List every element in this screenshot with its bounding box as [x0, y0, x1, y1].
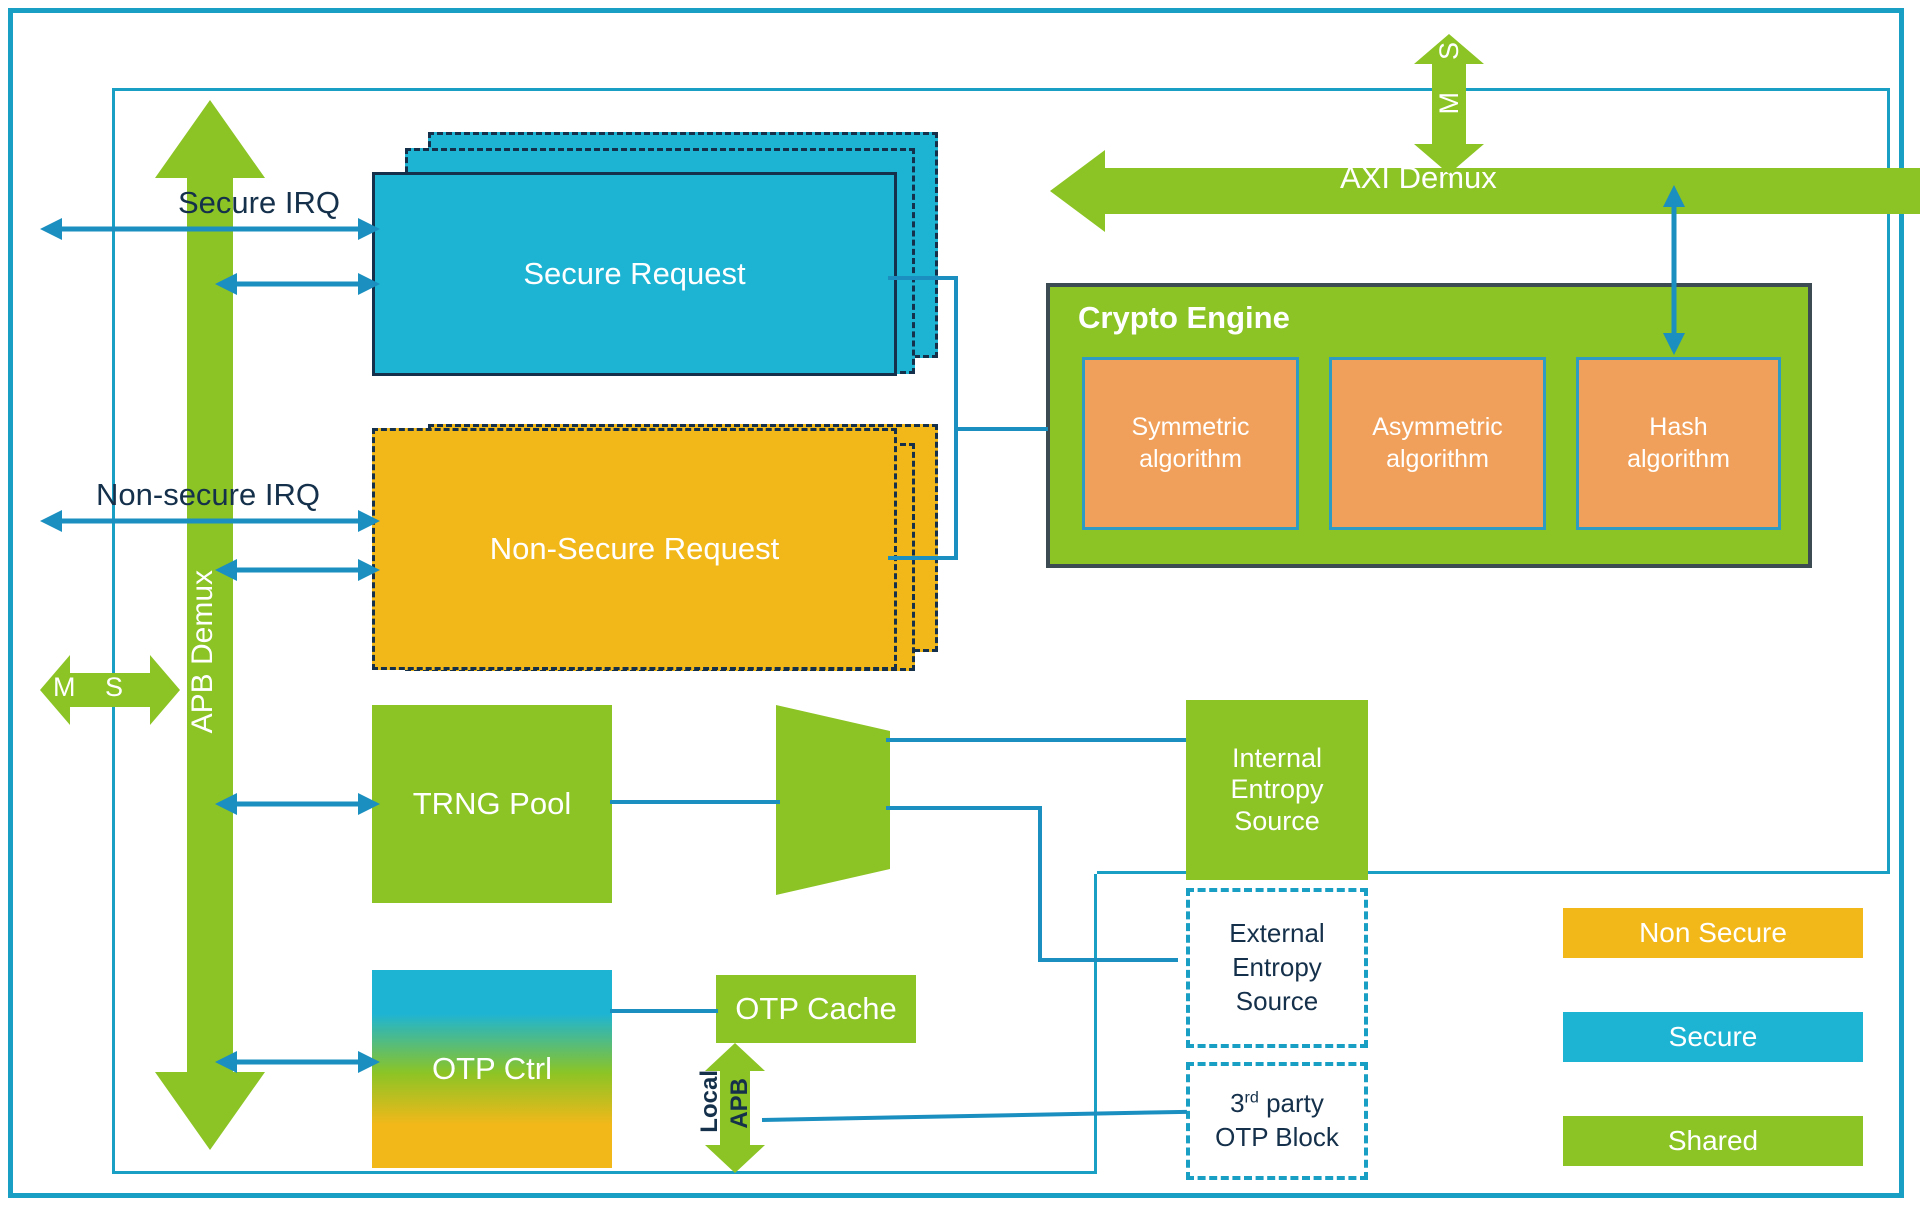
secure-to-crypto-line-h1 [888, 276, 958, 280]
legend-item-secure: Secure [1563, 1012, 1863, 1062]
external-entropy-line1: External [1229, 918, 1325, 949]
otp-ctrl-block[interactable]: OTP Ctrl [372, 970, 612, 1168]
non-secure-request-label: Non-Secure Request [489, 531, 780, 567]
non-secure-to-crypto-line-h [888, 556, 958, 560]
internal-entropy-line2: Entropy [1230, 774, 1324, 805]
third-party-otp-block[interactable]: 3rd party OTP Block [1186, 1062, 1368, 1180]
trng-pool-label: TRNG Pool [412, 786, 572, 822]
mux-to-external-line-h1 [886, 806, 1042, 810]
apb-demux-label: APB Demux [186, 570, 219, 734]
apb-slave-label: S [105, 672, 124, 702]
internal-entropy-line1: Internal [1231, 743, 1323, 774]
otp-ctrl-apb-arrow [215, 1051, 380, 1073]
otp-ctrl-label: OTP Ctrl [432, 1051, 552, 1087]
secure-irq-label: Secure IRQ [178, 185, 340, 220]
otp-ctrl-to-cache-line [610, 1009, 718, 1013]
trng-pool-block[interactable]: TRNG Pool [372, 705, 612, 903]
crypto-engine-title: Crypto Engine [1078, 300, 1290, 335]
internal-entropy-line3: Source [1234, 805, 1320, 836]
crypto-unit-symmetric[interactable]: Symmetric algorithm [1082, 357, 1299, 530]
secure-request-apb-arrow [215, 273, 380, 295]
secure-request-label: Secure Request [523, 256, 746, 292]
third-party-otp-ordinal: rd [1244, 1088, 1259, 1107]
non-secure-request-card[interactable]: Non-Secure Request [372, 428, 897, 670]
trng-pool-apb-arrow [215, 793, 380, 815]
mux-to-external-line-v [1038, 806, 1042, 962]
external-entropy-line3: Source [1235, 985, 1319, 1016]
mux-to-internal-entropy-line [886, 738, 1186, 742]
local-apb-label-apb: APB [726, 1078, 753, 1129]
external-entropy-line2: Entropy [1232, 952, 1322, 983]
legend-item-non-secure: Non Secure [1563, 908, 1863, 958]
crypto-unit-asymmetric-line2: algorithm [1386, 444, 1489, 473]
third-party-otp-number: 3 [1230, 1088, 1245, 1119]
non-secure-to-crypto-line-v [954, 427, 958, 560]
otp-cache-block[interactable]: OTP Cache [716, 975, 916, 1043]
third-party-otp-line2: OTP Block [1215, 1122, 1339, 1152]
third-party-otp-line1: 3rd party [1230, 1088, 1324, 1118]
crypto-unit-hash-line2: algorithm [1627, 444, 1730, 473]
non-secure-irq-label: Non-secure IRQ [96, 477, 320, 512]
legend-label-shared: Shared [1667, 1125, 1759, 1156]
apb-master-label: M [53, 672, 76, 702]
secure-to-crypto-line-h2 [954, 427, 1048, 431]
local-apb-label-local: Local [696, 1070, 723, 1133]
mux-to-external-line-h2 [1038, 958, 1178, 962]
legend-label-non-secure: Non Secure [1639, 917, 1787, 948]
entropy-mux [776, 705, 890, 895]
otp-cache-label: OTP Cache [735, 991, 897, 1027]
crypto-unit-symmetric-line1: Symmetric [1131, 413, 1250, 442]
crypto-unit-hash-line1: Hash [1649, 413, 1708, 442]
diagram-canvas: APB Demux M S AXI Demux S M Secure Reque… [0, 0, 1920, 1212]
crypto-unit-hash[interactable]: Hash algorithm [1576, 357, 1781, 530]
axi-master-label: M [1434, 92, 1464, 115]
non-secure-request-apb-arrow [215, 559, 380, 581]
axi-slave-label: S [1434, 42, 1464, 61]
axi-to-crypto-arrow [1663, 185, 1685, 355]
external-entropy-source-block[interactable]: External Entropy Source [1186, 888, 1368, 1048]
crypto-unit-asymmetric[interactable]: Asymmetric algorithm [1329, 357, 1546, 530]
trng-to-mux-line [610, 800, 780, 804]
secure-to-crypto-line-v [954, 276, 958, 431]
internal-entropy-source-block[interactable]: Internal Entropy Source [1186, 700, 1368, 880]
crypto-unit-symmetric-line2: algorithm [1139, 444, 1242, 473]
legend-item-shared: Shared [1563, 1116, 1863, 1166]
legend-label-secure: Secure [1668, 1021, 1758, 1052]
crypto-unit-asymmetric-line1: Asymmetric [1372, 413, 1503, 442]
third-party-otp-word: party [1258, 1088, 1324, 1119]
secure-request-card[interactable]: Secure Request [372, 172, 897, 376]
